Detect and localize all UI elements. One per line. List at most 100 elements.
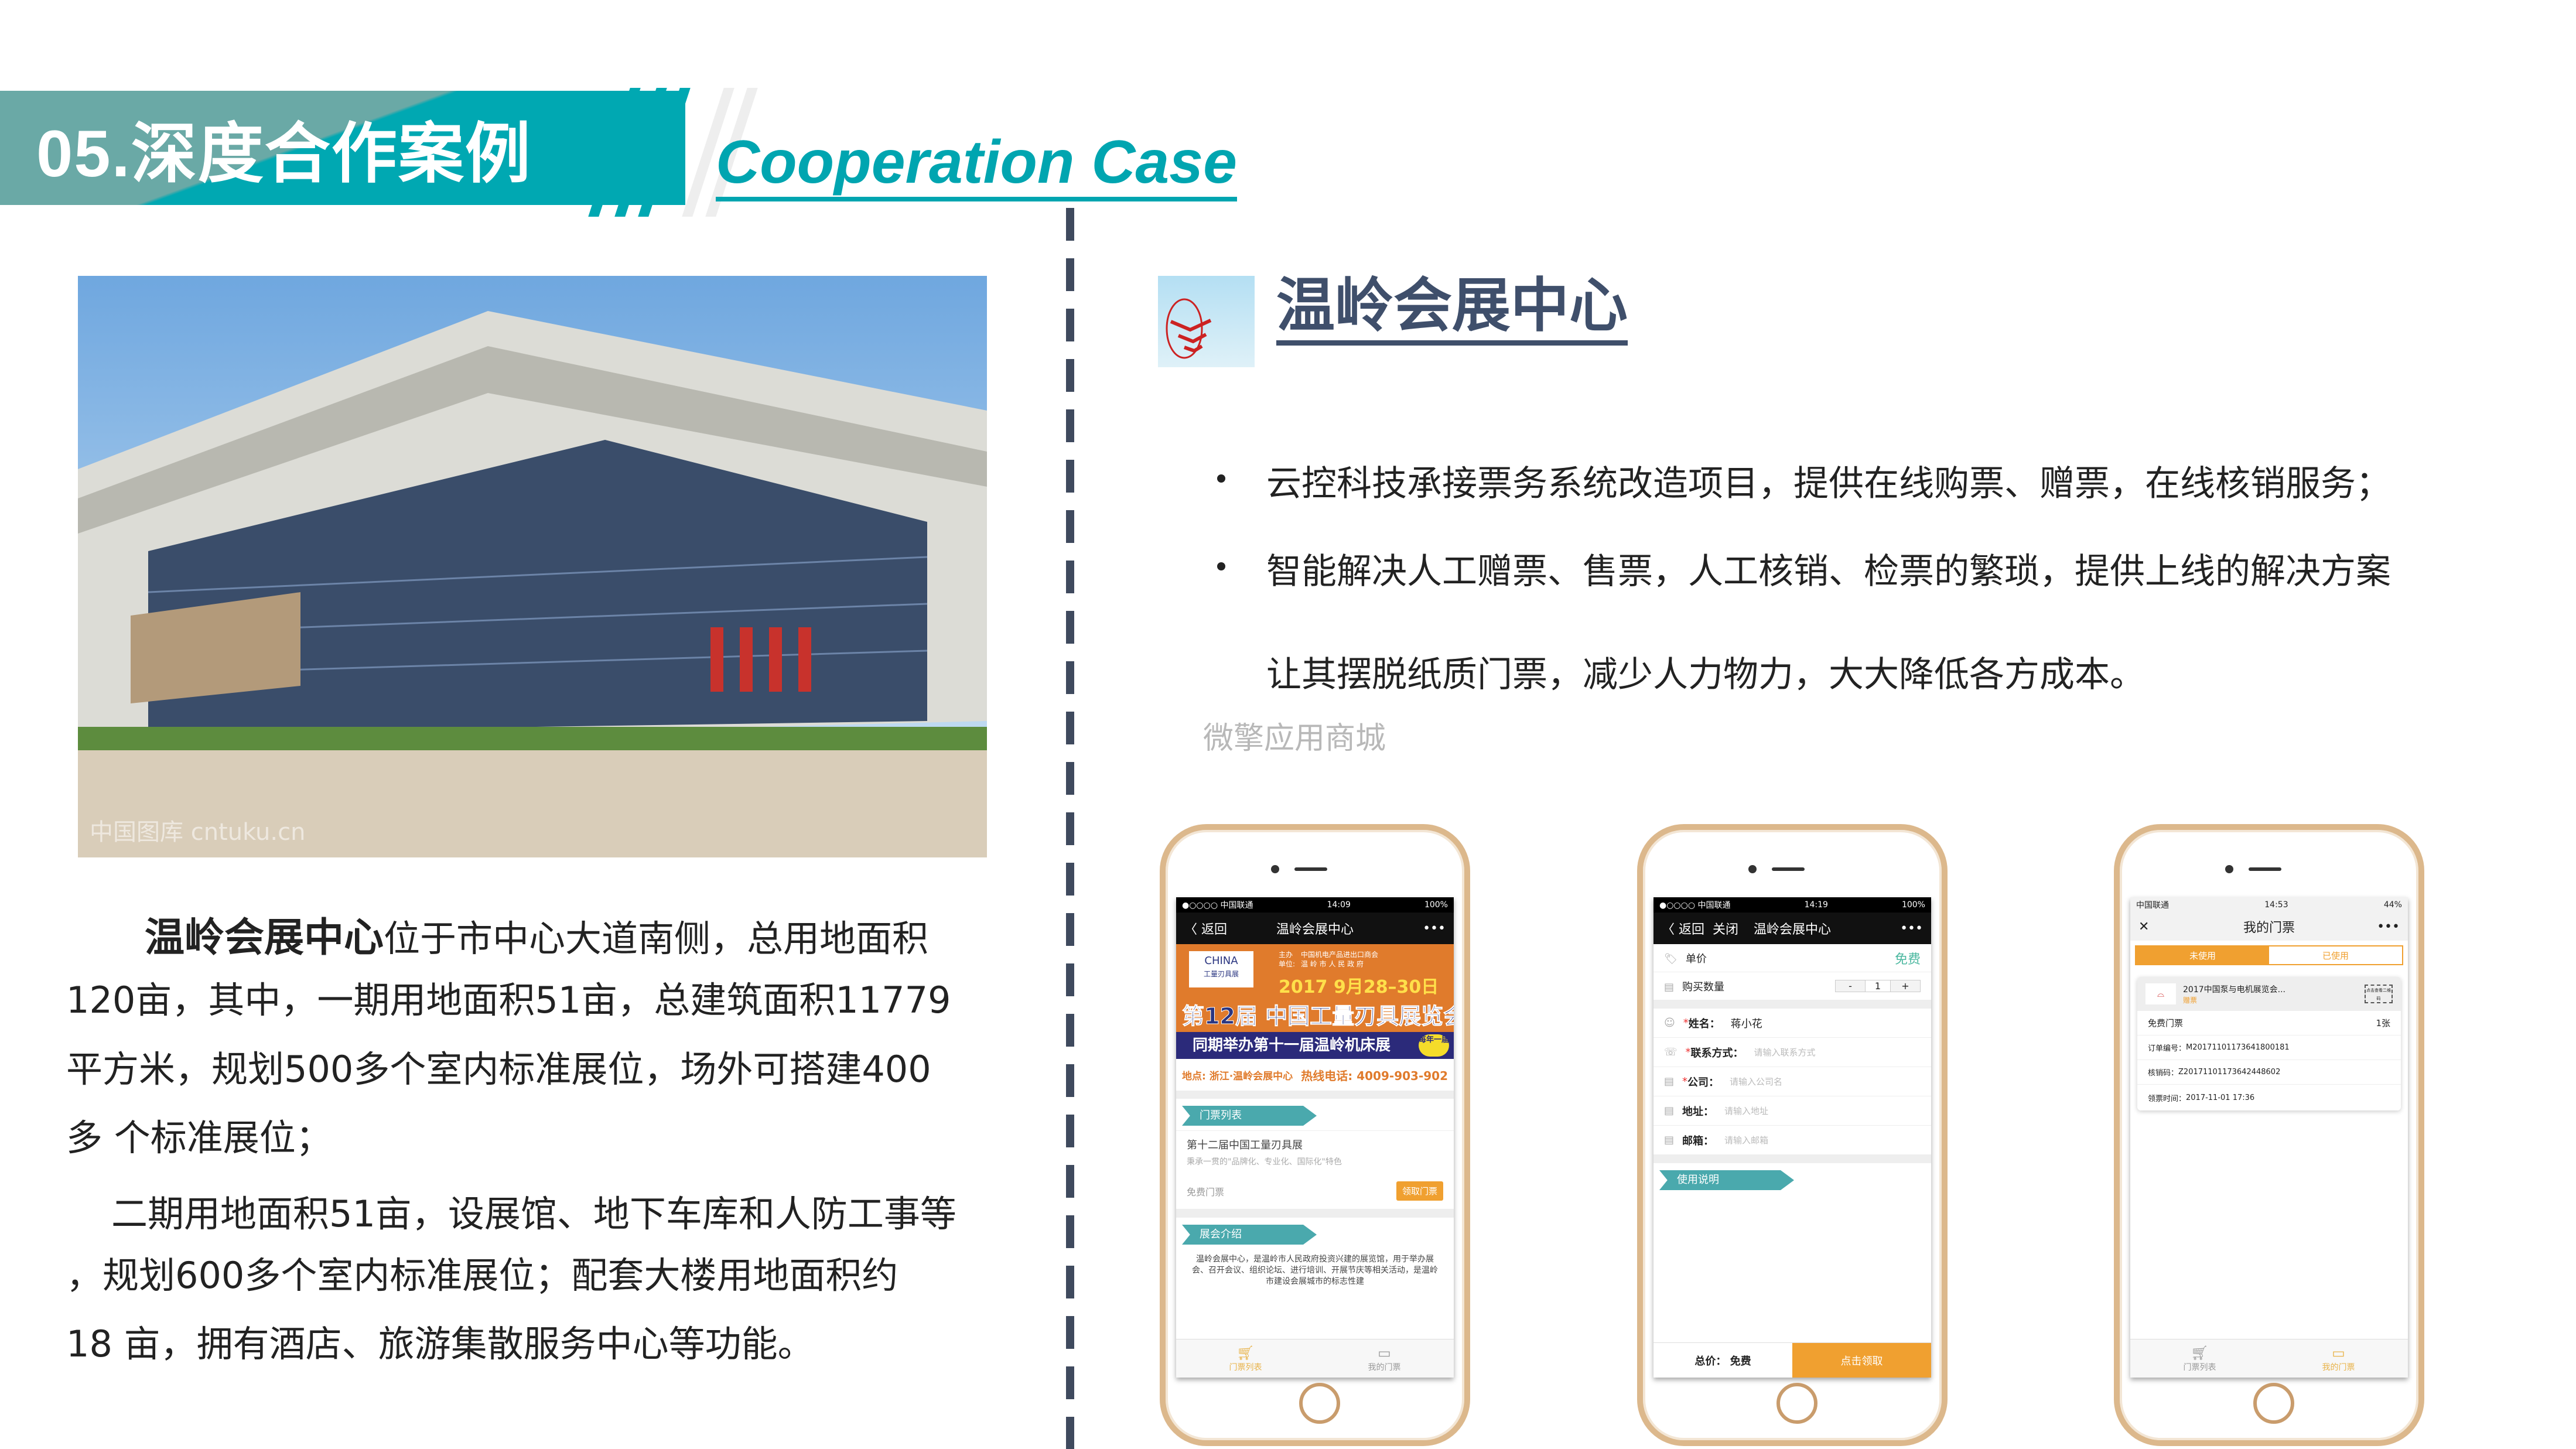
- company-field[interactable]: ▤ * 公司： 请输入公司名: [1653, 1067, 1931, 1096]
- intro-text: 位于市中心大道南侧，总用地面积: [384, 917, 929, 960]
- order-row: 订单编号： M20171101173641800181: [2137, 1036, 2401, 1060]
- email-input[interactable]: 请输入邮箱: [1724, 1134, 1768, 1146]
- back-button[interactable]: 〈 返回: [1662, 922, 1704, 937]
- tab-my-tickets[interactable]: ▭ 我的门票: [2269, 1339, 2408, 1378]
- ticket-card[interactable]: ⌓ 2017中国泵与电机展览会... 赠票 点击查看二维码 免费门票 1张 订单编号： M…: [2137, 977, 2401, 1110]
- name-field[interactable]: ☺ * 姓名： 蒋小花: [1653, 1009, 1931, 1038]
- nav-bar: 〈 返回 关闭 温岭会展中心 •••: [1653, 913, 1931, 944]
- field-label: 邮箱：: [1682, 1134, 1714, 1147]
- more-button[interactable]: •••: [1900, 921, 1923, 936]
- banner-logo: CHINA 工量刃具展: [1189, 951, 1253, 987]
- quantity-label: 购买数量: [1682, 980, 1725, 993]
- contact-input[interactable]: 请输入联系方式: [1754, 1046, 1816, 1058]
- stack-icon: ▤: [1664, 980, 1675, 993]
- wenling-logo-icon: [1158, 276, 1255, 367]
- tab-unused[interactable]: 未使用: [2136, 946, 2269, 964]
- redeem-code: Z20171101173642448602: [2178, 1068, 2281, 1077]
- ticket-kind-row: 免费门票 1张: [2137, 1011, 2401, 1036]
- ticket-subtitle: 秉承一贯的"品牌化、专业化、国际化"特色: [1187, 1157, 1342, 1167]
- field-label: 地址：: [1682, 1105, 1714, 1118]
- banner-venue-row: 地点: 浙江·温岭会展中心 热线电话: 4009-903-902: [1176, 1059, 1454, 1091]
- address-field[interactable]: ▤ 地址： 请输入地址: [1653, 1096, 1931, 1126]
- price-row: 🏷︎ 单价 免费: [1653, 944, 1931, 972]
- status-bar: ●○○○○ 中国联通 14:09 100%: [1176, 897, 1454, 913]
- order-number: M20171101173641800181: [2186, 1043, 2290, 1052]
- code-label: 核销码：: [2148, 1069, 2179, 1078]
- status-bar: 中国联通 14:53 44%: [2130, 897, 2408, 913]
- venue: 地点: 浙江·温岭会展中心: [1182, 1070, 1293, 1082]
- document-icon: ▤: [1664, 1105, 1675, 1117]
- address-input[interactable]: 请输入地址: [1724, 1105, 1768, 1117]
- tab-used[interactable]: 已使用: [2269, 946, 2402, 964]
- dashed-divider: [1066, 208, 1074, 1449]
- company-input[interactable]: 请输入公司名: [1730, 1075, 1782, 1088]
- close-button[interactable]: ✕: [2138, 920, 2149, 934]
- spacer: [1653, 1000, 1931, 1009]
- organizer-label: 主办单位:: [1279, 951, 1296, 968]
- carrier: ●○○○○ 中国联通: [1659, 901, 1731, 910]
- section-subtitle-en: Cooperation Case: [716, 128, 1237, 201]
- case-title: 温岭会展中心: [1276, 271, 1628, 346]
- exhibition-center-photo: 中国图库 cntuku.cn: [78, 276, 987, 857]
- required-mark: *: [1685, 1046, 1691, 1058]
- field-label: 公司：: [1687, 1076, 1720, 1089]
- decrement-button[interactable]: -: [1836, 980, 1865, 992]
- tag-icon: 🏷︎: [1664, 952, 1678, 965]
- tab-label: 我的门票: [2322, 1362, 2355, 1372]
- home-button: [2253, 1383, 2294, 1424]
- claim-button[interactable]: 点击领取: [1792, 1343, 1931, 1378]
- intro-line: ，规划600多个室内标准展位；配套大楼用地面积约: [66, 1254, 898, 1297]
- intro-line: 多 个标准展位；: [66, 1116, 332, 1159]
- phone-mockup-my-tickets: 中国联通 14:53 44% ✕ 我的门票 ••• 未使用 已使用 ⌓ 2017中国泵与电机…: [2114, 824, 2424, 1446]
- spacer: [1653, 1155, 1931, 1163]
- tab-my-tickets[interactable]: ▭ 我的门票: [1315, 1339, 1454, 1378]
- back-button[interactable]: 〈 返回: [1184, 919, 1227, 938]
- document-icon: ▤: [1664, 1134, 1675, 1146]
- time-row: 领票时间： 2017-11-01 17:36: [2137, 1085, 2401, 1110]
- section-ribbon: 使用说明: [1659, 1170, 1794, 1190]
- section-title: 05.深度合作案例: [36, 117, 532, 190]
- ticket-name: 2017中国泵与电机展览会...: [2183, 985, 2285, 995]
- phone-icon: ☏: [1664, 1046, 1678, 1058]
- tab-label: 门票列表: [2183, 1362, 2216, 1372]
- name-input[interactable]: 蒋小花: [1731, 1016, 1762, 1031]
- email-field[interactable]: ▤ 邮箱： 请输入邮箱: [1653, 1126, 1931, 1155]
- quantity-stepper: -1 +: [1835, 980, 1921, 992]
- clock: 14:53: [2264, 900, 2288, 910]
- speaker: [2249, 867, 2281, 871]
- time-label: 领票时间：: [2148, 1094, 2186, 1103]
- tab-label: 门票列表: [1229, 1362, 1262, 1372]
- increment-button[interactable]: +: [1891, 980, 1920, 992]
- ticket-item[interactable]: 第十二届中国工量刃具展 秉承一贯的"品牌化、专业化、国际化"特色: [1176, 1130, 1454, 1173]
- required-mark: *: [1683, 1017, 1689, 1029]
- organizers: 主办单位: 中国机电产品进出口商会温 岭 市 人 民 政 府: [1279, 950, 1378, 969]
- camera-dot: [1271, 865, 1279, 873]
- tab-ticket-list[interactable]: 🛒︎ 门票列表: [2130, 1339, 2269, 1378]
- case-bullet: 智能解决人工赠票、售票，人工核销、检票的繁琐，提供上线的解决方案: [1266, 551, 2391, 592]
- contact-field[interactable]: ☏ * 联系方式： 请输入联系方式: [1653, 1038, 1931, 1067]
- battery: 100%: [1901, 900, 1925, 910]
- camera-dot: [1748, 865, 1757, 873]
- more-button[interactable]: •••: [2377, 920, 2400, 934]
- cart-icon: 🛒︎: [1236, 1344, 1255, 1361]
- ticket-row: 免费门票 领取门票: [1176, 1173, 1454, 1209]
- document-icon: ▤: [1664, 1075, 1675, 1088]
- intro-line: 120亩，其中，一期用地面积51亩，总建筑面积11779: [66, 979, 951, 1021]
- intro-paragraph: 温岭会展中心，是温岭市人民政府投资兴建的展览馆，用于举办展会、召开会议、组织论坛…: [1192, 1255, 1438, 1286]
- ticket-type: 赠票: [2183, 996, 2198, 1004]
- phone-screen: 中国联通 14:53 44% ✕ 我的门票 ••• 未使用 已使用 ⌓ 2017中国泵与电机…: [2130, 897, 2408, 1378]
- bottom-bar: 总价： 免费 点击领取: [1653, 1342, 1931, 1378]
- more-button[interactable]: •••: [1423, 921, 1446, 936]
- close-button[interactable]: 关闭: [1713, 922, 1738, 937]
- nav-bar: 〈 返回 温岭会展中心 •••: [1176, 913, 1454, 944]
- logo-sub: 工量刃具展: [1203, 970, 1239, 978]
- qr-code-button[interactable]: 点击查看二维码: [2365, 985, 2393, 1003]
- intro-line: 平方米，规划500多个室内标准展位，场外可搭建400: [66, 1048, 931, 1091]
- bullet-icon: [1217, 474, 1225, 483]
- nav-title: 我的门票: [2243, 921, 2295, 935]
- quantity-input[interactable]: 1: [1865, 980, 1891, 992]
- tab-ticket-list[interactable]: 🛒︎ 门票列表: [1176, 1339, 1315, 1378]
- phone-screen: ●○○○○ 中国联通 14:09 100% 〈 返回 温岭会展中心 ••• CHINA 工…: [1176, 897, 1454, 1378]
- get-ticket-button[interactable]: 领取门票: [1396, 1181, 1443, 1201]
- ticket-label: 免费门票: [1187, 1186, 1225, 1198]
